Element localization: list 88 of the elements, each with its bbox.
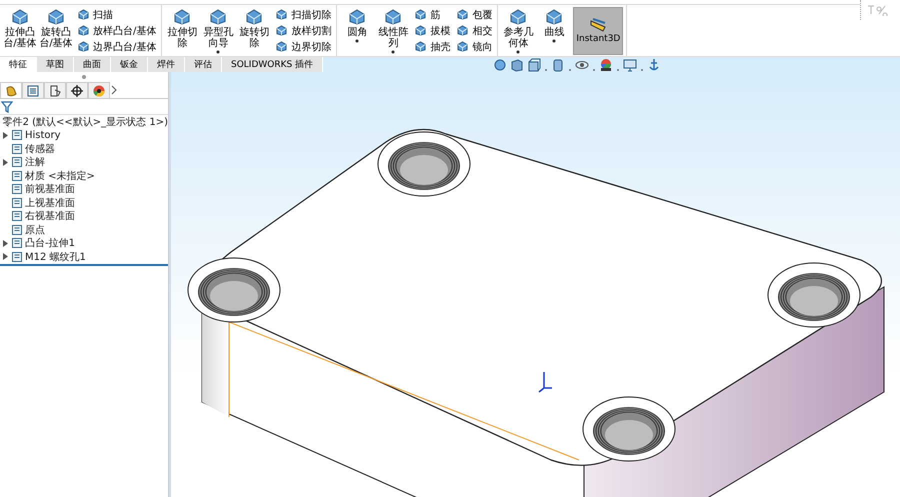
crosshair-icon xyxy=(70,84,84,98)
eye-icon[interactable] xyxy=(575,58,590,72)
ribbon-button[interactable]: 曲线 xyxy=(537,7,572,44)
node-icon xyxy=(11,196,23,209)
node-icon xyxy=(11,210,23,222)
ribbon-button[interactable]: 旋转切除 xyxy=(237,7,272,50)
tree-item[interactable]: 注解 xyxy=(0,156,168,169)
monitor-icon[interactable] xyxy=(623,58,638,72)
color-wheel-icon xyxy=(92,84,106,98)
ribbon-button[interactable]: 圆角 xyxy=(340,7,374,44)
filter-icon[interactable] xyxy=(1,100,13,112)
ribbon-button[interactable]: 线性阵列 xyxy=(376,7,410,55)
ribbon-button[interactable]: 拉伸凸台/基体 xyxy=(3,7,37,50)
ribbon-button[interactable]: 拔模 xyxy=(412,23,452,38)
node-icon xyxy=(11,142,23,155)
tree-item[interactable]: 右视基准面 xyxy=(0,210,168,223)
tree-item[interactable]: 材质 <未指定> xyxy=(0,169,168,182)
block-icon[interactable] xyxy=(173,8,192,26)
block-icon[interactable] xyxy=(509,8,528,26)
tree-item[interactable]: 凸台-拉伸1 xyxy=(0,236,168,250)
block-icon[interactable] xyxy=(456,24,470,37)
chevron-right-icon[interactable] xyxy=(110,85,118,95)
tree-item[interactable]: 原点 xyxy=(0,223,168,236)
document-icon xyxy=(48,84,62,98)
node-icon xyxy=(11,170,23,182)
ribbon-button[interactable]: 拉伸切除 xyxy=(165,7,200,50)
ribbon-button[interactable]: 放样凸台/基体 xyxy=(75,23,158,38)
expand-arrow-icon[interactable] xyxy=(3,158,8,166)
tree-item[interactable]: History xyxy=(0,128,168,142)
node-icon xyxy=(11,156,23,168)
anchor-icon[interactable] xyxy=(647,58,662,72)
tree-item[interactable]: 零件2 (默认<<默认>_显示状态 1>) xyxy=(0,115,168,128)
node-icon xyxy=(11,237,23,250)
block-icon[interactable] xyxy=(77,24,90,37)
node-icon xyxy=(11,250,23,263)
cylinder-icon[interactable] xyxy=(551,58,566,72)
ribbon-button[interactable]: Instant3D xyxy=(573,7,624,55)
block-icon[interactable] xyxy=(209,8,228,26)
tree-item[interactable]: M12 螺纹孔1 xyxy=(0,250,168,264)
ribbon-button[interactable]: 包覆 xyxy=(454,7,494,22)
node-icon xyxy=(11,183,23,196)
expand-arrow-icon[interactable] xyxy=(3,253,8,260)
cube-icon[interactable] xyxy=(527,58,542,72)
block-icon[interactable] xyxy=(11,8,29,26)
block-icon[interactable] xyxy=(47,8,65,26)
search-field[interactable] xyxy=(860,0,900,20)
ribbon-button[interactable]: 抽壳 xyxy=(412,39,452,54)
block-icon[interactable] xyxy=(275,24,288,37)
block-icon[interactable] xyxy=(275,8,288,21)
expand-arrow-icon[interactable] xyxy=(3,132,8,139)
expand-arrow-icon[interactable] xyxy=(3,240,8,247)
panel-tab[interactable] xyxy=(88,82,110,98)
sphere-icon[interactable] xyxy=(493,58,508,72)
ribbon-button[interactable]: 边界凸台/基体 xyxy=(75,39,158,54)
ribbon-button[interactable]: 筋 xyxy=(412,7,452,22)
ribbon-button[interactable]: 扫描切除 xyxy=(273,7,334,22)
block-icon[interactable] xyxy=(414,24,428,37)
color-wheel-icon[interactable] xyxy=(599,58,614,72)
grip-icon[interactable] xyxy=(81,74,87,80)
block-icon[interactable] xyxy=(77,8,90,21)
panel-tab[interactable] xyxy=(66,82,88,98)
ribbon-button[interactable]: 边界切除 xyxy=(273,39,334,54)
block-icon[interactable] xyxy=(77,40,90,53)
ribbon-button[interactable]: 扫描 xyxy=(75,7,158,22)
node-icon xyxy=(11,129,23,142)
ribbon-button[interactable]: 镜向 xyxy=(454,39,494,54)
ribbon-button[interactable]: 旋转凸台/基体 xyxy=(39,7,73,50)
ribbon-button[interactable]: 异型孔向导 xyxy=(201,7,236,55)
ruler-icon xyxy=(589,17,608,33)
panel-tab[interactable] xyxy=(44,82,66,98)
ribbon-button[interactable]: 参考几何体 xyxy=(501,7,536,55)
block-icon[interactable] xyxy=(414,40,428,53)
node-icon xyxy=(11,224,23,236)
ribbon-button[interactable]: 放样切割 xyxy=(273,23,334,38)
block-icon[interactable] xyxy=(456,8,470,21)
block-icon[interactable] xyxy=(384,8,402,26)
tree-item[interactable]: 传感器 xyxy=(0,142,168,156)
tree-item[interactable]: 上视基准面 xyxy=(0,196,168,210)
tree-item[interactable]: 前视基准面 xyxy=(0,182,168,196)
block-icon[interactable] xyxy=(414,8,428,21)
block-icon[interactable] xyxy=(245,8,264,26)
block-icon[interactable] xyxy=(348,8,366,26)
ribbon-button[interactable]: 相交 xyxy=(454,23,494,38)
block-icon[interactable] xyxy=(275,40,288,53)
list-icon xyxy=(26,84,40,98)
block-icon[interactable] xyxy=(545,8,564,26)
ribbon-tab[interactable]: 特征 xyxy=(0,57,37,72)
block-icon[interactable] xyxy=(456,40,470,53)
